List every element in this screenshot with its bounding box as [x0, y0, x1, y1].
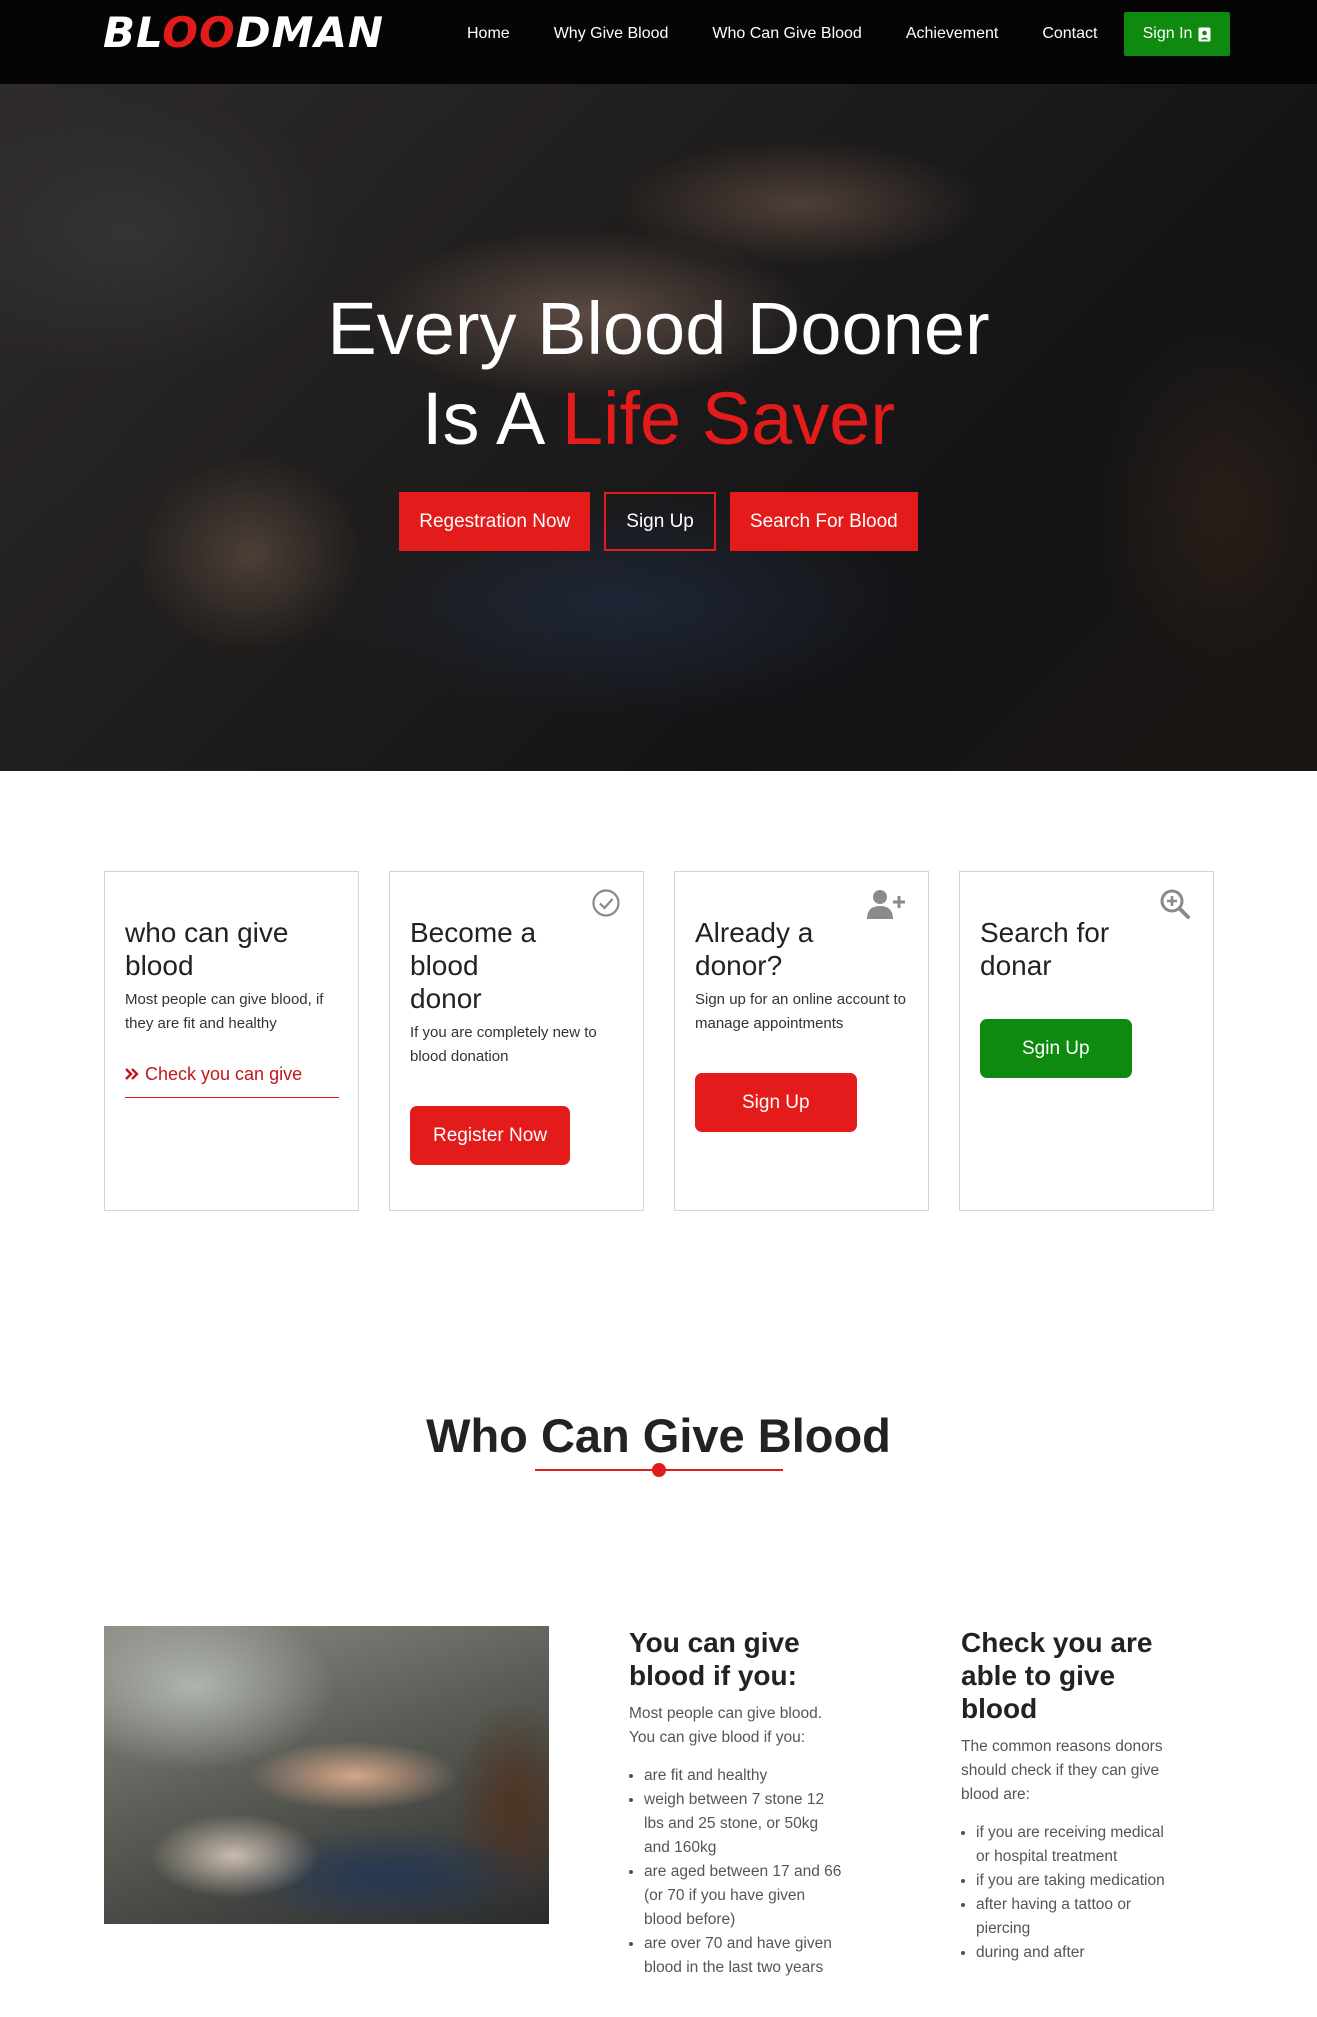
check-list: if you are receiving medical or hospital… — [961, 1821, 1166, 1965]
check-you-can-give-label: Check you can give — [145, 1064, 303, 1084]
hero-banner: Every Blood Dooner Is A Life Saver Reges… — [0, 84, 1317, 771]
user-plus-icon — [866, 888, 906, 925]
user-card-icon — [1198, 27, 1211, 42]
hero-title-accent: Life Saver — [561, 377, 896, 460]
logo-accent: OO — [162, 8, 236, 57]
nav-link-why-give-blood[interactable]: Why Give Blood — [554, 25, 669, 43]
list-item: are over 70 and have given blood in the … — [644, 1932, 842, 1980]
card-text: Sign up for an online account to manage … — [695, 991, 906, 1032]
search-for-blood-button[interactable]: Search For Blood — [729, 492, 918, 551]
list-item: after having a tattoo or piercing — [976, 1893, 1166, 1941]
card-title: Become a blood donor — [410, 917, 537, 1014]
nav-links: Home Why Give Blood Who Can Give Blood A… — [445, 0, 1119, 68]
section-title: Who Can Give Blood — [426, 1409, 891, 1462]
nav-link-who-can-give-blood[interactable]: Who Can Give Blood — [712, 25, 861, 43]
logo-prefix: BL — [103, 8, 163, 57]
zoom-in-icon — [1159, 888, 1191, 925]
check-heading: Check you are able to give blood — [961, 1627, 1153, 1724]
logo[interactable]: BLOODMAN — [103, 8, 384, 57]
eligibility-intro: Most people can give blood. You can give… — [629, 1705, 823, 1746]
hero-title: Every Blood Dooner Is A Life Saver — [0, 284, 1317, 464]
list-item: if you are receiving medical or hospital… — [976, 1821, 1166, 1869]
search-donor-signup-button[interactable]: Sgin Up — [980, 1019, 1132, 1078]
card-already-donor: Already a donor? Sign up for an online a… — [674, 871, 929, 1211]
list-item: during and after — [976, 1941, 1166, 1965]
list-item: if you are taking medication — [976, 1869, 1166, 1893]
card-sign-up-button[interactable]: Sign Up — [695, 1073, 857, 1132]
check-column: Check you are able to give blood The com… — [961, 1626, 1166, 1965]
card-become-donor: Become a blood donor If you are complete… — [389, 871, 644, 1211]
sign-in-label: Sign In — [1142, 25, 1193, 42]
eligibility-heading: You can give blood if you: — [629, 1627, 800, 1691]
eligibility-list: are fit and healthy weigh between 7 ston… — [629, 1764, 842, 1980]
nav-link-achievement[interactable]: Achievement — [906, 25, 999, 43]
card-text: If you are completely new to blood donat… — [410, 1024, 597, 1065]
card-text: Most people can give blood, if they are … — [125, 991, 324, 1032]
check-you-can-give-link[interactable]: Check you can give — [125, 1064, 339, 1098]
card-title: Already a donor? — [695, 917, 814, 981]
hero-sign-up-button[interactable]: Sign Up — [604, 492, 716, 551]
list-item: are fit and healthy — [644, 1764, 842, 1788]
feature-cards: who can give blood Most people can give … — [104, 871, 1214, 1211]
check-circle-icon — [591, 888, 621, 923]
nav-link-home[interactable]: Home — [467, 25, 510, 43]
blood-donation-photo — [104, 1626, 549, 1924]
double-chevron-right-icon — [125, 1064, 139, 1085]
hero-buttons: Regestration Now Sign Up Search For Bloo… — [0, 492, 1317, 551]
nav-link-contact[interactable]: Contact — [1042, 25, 1097, 43]
card-title: Search for donar — [980, 917, 1110, 981]
list-item: are aged between 17 and 66 (or 70 if you… — [644, 1860, 842, 1932]
title-dot — [652, 1463, 666, 1477]
card-title: who can give blood — [125, 917, 289, 981]
check-intro: The common reasons donors should check i… — [961, 1738, 1163, 1803]
hero-title-line2-prefix: Is A — [421, 377, 542, 460]
register-now-button[interactable]: Register Now — [410, 1106, 571, 1165]
registration-now-button[interactable]: Regestration Now — [399, 492, 591, 551]
eligibility-column: You can give blood if you: Most people c… — [629, 1626, 842, 1980]
hero-title-line1: Every Blood Dooner — [327, 287, 990, 370]
card-search-donor: Search for donar Sgin Up — [959, 871, 1214, 1211]
navbar: BLOODMAN Home Why Give Blood Who Can Giv… — [0, 0, 1317, 84]
sign-in-button[interactable]: Sign In — [1124, 12, 1230, 56]
card-who-can-give: who can give blood Most people can give … — [104, 871, 359, 1211]
list-item: weigh between 7 stone 12 lbs and 25 ston… — [644, 1788, 842, 1860]
logo-suffix: DMAN — [235, 8, 385, 57]
